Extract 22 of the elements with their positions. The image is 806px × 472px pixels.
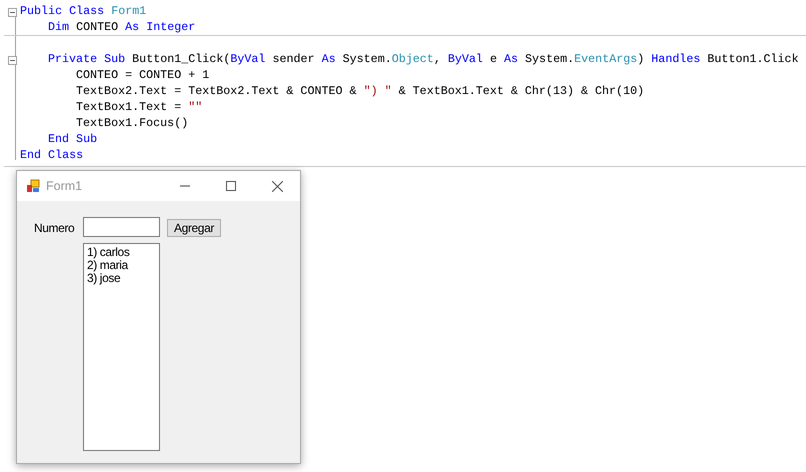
code-line: Public Class Form1 (20, 3, 146, 20)
list-item: 2) maria (87, 259, 130, 272)
code-line: CONTEO = CONTEO + 1 (75, 67, 210, 84)
code-line: End Sub (47, 131, 98, 148)
list-item: 1) carlos (87, 246, 130, 259)
fold-toggle[interactable] (8, 56, 16, 64)
fold-toggle[interactable] (8, 8, 16, 16)
app-icon (26, 179, 40, 193)
code-line: TextBox2.Text = TextBox2.Text & CONTEO & ") " & TextBox1.Text & Chr(13) & Chr(10) (75, 83, 644, 100)
code-line: End Class (20, 147, 84, 164)
code-line: TextBox1.Text = "" (75, 99, 202, 116)
number-field[interactable] (83, 217, 160, 237)
list-item: 3) jose (87, 272, 122, 285)
field-label: Numero (34, 220, 76, 237)
close-icon[interactable] (272, 180, 283, 192)
code-line: Dim CONTEO As Integer (47, 18, 196, 36)
code-line: TextBox1.Focus() (75, 115, 188, 132)
add-button[interactable]: Agregar (167, 219, 221, 237)
list-box[interactable]: 1) carlos 2) maria 3) jose (83, 243, 160, 451)
window-title: Form1 (46, 178, 82, 195)
maximize-icon[interactable] (226, 181, 236, 191)
code-line: Private Sub Button1_Click(ByVal sender As System.Object, ByVal e As System.EventArgs) Handles Button1.Click (47, 51, 799, 68)
